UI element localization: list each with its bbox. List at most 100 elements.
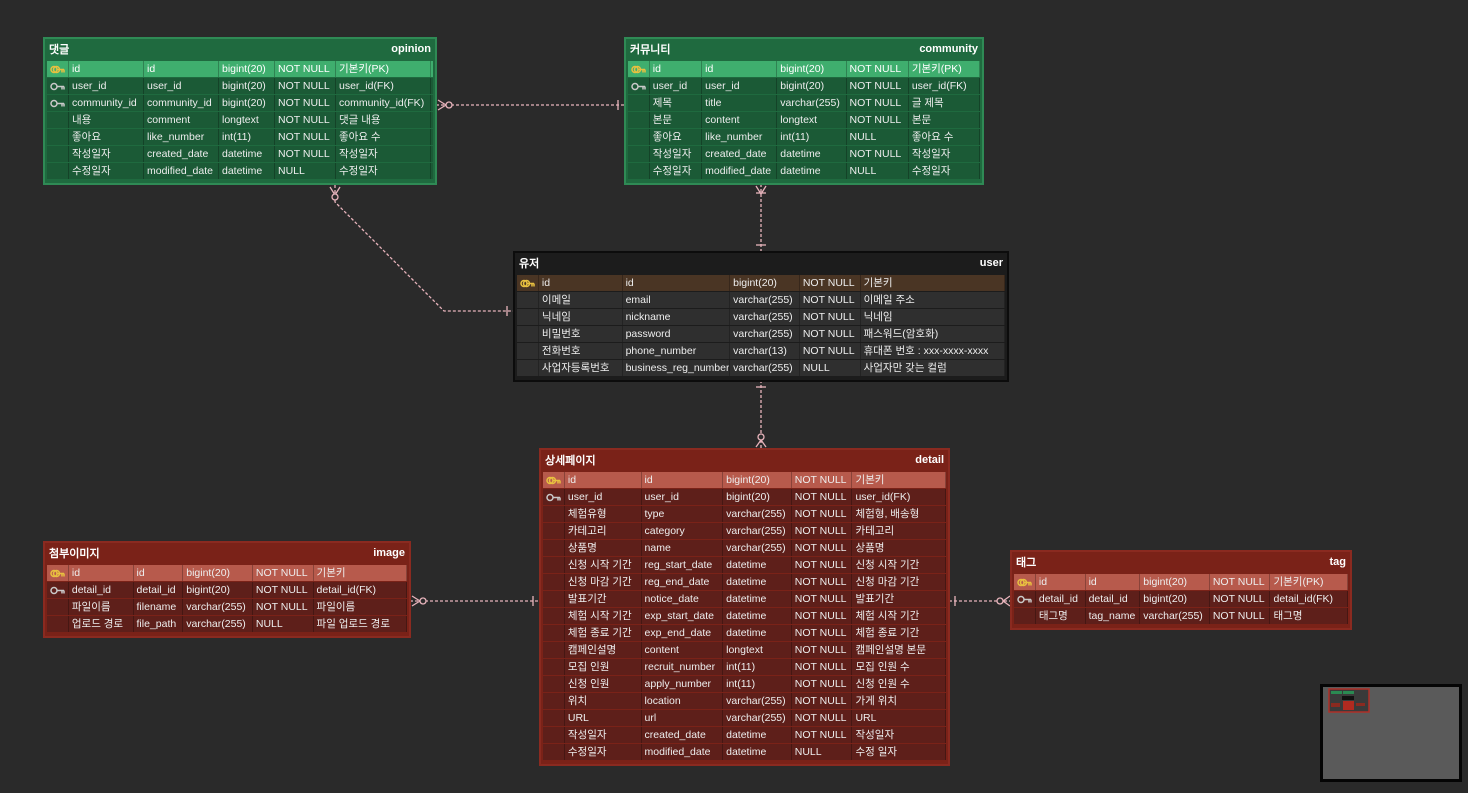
table-row[interactable]: 태그명 tag_name varchar(255) NOT NULL 태그명: [1014, 608, 1349, 624]
table-row[interactable]: detail_id detail_id bigint(20) NOT NULL deta…: [47, 582, 407, 598]
entity-rows: id id bigint(20) NOT NULL 기본키(PK) detail_id de…: [1012, 572, 1350, 628]
table-row[interactable]: 위치 location varchar(255) NOT NULL 가게 위치: [543, 693, 946, 709]
column-comment: detail_id(FK): [1270, 591, 1349, 607]
column-type: varchar(255): [723, 506, 792, 522]
entity-rows: id id bigint(20) NOT NULL 기본키 detail_id detail…: [45, 563, 409, 636]
key-cell: [543, 608, 565, 624]
column-type: varchar(255): [730, 360, 800, 376]
entity-name: image: [373, 547, 405, 559]
column-comment: 댓글 내용: [336, 112, 431, 128]
key-cell: [47, 112, 69, 128]
table-row[interactable]: 체험유형 type varchar(255) NOT NULL 체험형, 배송형: [543, 506, 946, 522]
column-null: NOT NULL: [847, 146, 909, 162]
column-comment: 작성일자: [336, 146, 431, 162]
entity-opinion[interactable]: 댓글 opinion id id bigint(20) NOT NULL 기본키(PK)…: [43, 37, 437, 185]
key-cell: [517, 343, 539, 359]
table-row[interactable]: 수정일자 modified_date datetime NULL 수정 일자: [543, 744, 946, 760]
table-row[interactable]: 닉네임 nickname varchar(255) NOT NULL 닉네임: [517, 309, 1005, 325]
foreign-key-icon: [50, 82, 65, 90]
table-row[interactable]: community_id community_id bigint(20) NOT NU…: [47, 95, 433, 111]
table-row[interactable]: 비밀번호 password varchar(255) NOT NULL 패스워드(암호화…: [517, 326, 1005, 342]
table-row[interactable]: 발표기간 notice_date datetime NOT NULL 발표기간: [543, 591, 946, 607]
column-logical: 전화번호: [539, 343, 623, 359]
table-row[interactable]: id id bigint(20) NOT NULL 기본키: [47, 565, 407, 581]
column-comment: 수정 일자: [852, 744, 946, 760]
table-row[interactable]: id id bigint(20) NOT NULL 기본키: [517, 275, 1005, 291]
column-type: int(11): [723, 676, 792, 692]
foreign-key-icon: [631, 82, 646, 90]
column-logical: 작성일자: [565, 727, 642, 743]
table-row[interactable]: 작성일자 created_date datetime NOT NULL 작성일자: [47, 146, 433, 162]
column-type: varchar(255): [730, 309, 800, 325]
table-row[interactable]: detail_id detail_id bigint(20) NOT NULL deta…: [1014, 591, 1349, 607]
table-row[interactable]: 신청 시작 기간 reg_start_date datetime NOT NULL 신청…: [543, 557, 946, 573]
column-logical: 신청 인원: [565, 676, 642, 692]
key-cell: [543, 693, 565, 709]
entity-tag[interactable]: 태그 tag id id bigint(20) NOT NULL 기본키(PK) deta…: [1010, 550, 1352, 630]
entity-detail[interactable]: 상세페이지 detail id id bigint(20) NOT NULL 기본키 us…: [539, 448, 950, 766]
column-type: datetime: [723, 744, 792, 760]
table-row[interactable]: 제목 title varchar(255) NOT NULL 글 제목: [628, 95, 980, 111]
table-row[interactable]: 사업자등록번호 business_reg_number varchar(255) NU…: [517, 360, 1005, 376]
column-null: NOT NULL: [792, 472, 853, 488]
table-row[interactable]: 카테고리 category varchar(255) NOT NULL 카테고리: [543, 523, 946, 539]
key-cell: [47, 616, 69, 632]
table-row[interactable]: 내용 comment longtext NOT NULL 댓글 내용: [47, 112, 433, 128]
entity-header: 커뮤니티 community: [626, 39, 982, 59]
table-row[interactable]: 수정일자 modified_date datetime NULL 수정일자: [628, 163, 980, 179]
table-row[interactable]: 업로드 경로 file_path varchar(255) NULL 파일 업로드 경로: [47, 616, 407, 632]
table-row[interactable]: 이메일 email varchar(255) NOT NULL 이메일 주소: [517, 292, 1005, 308]
table-row[interactable]: user_id user_id bigint(20) NOT NULL user_id(…: [47, 78, 433, 94]
table-row[interactable]: 작성일자 created_date datetime NOT NULL 작성일자: [628, 146, 980, 162]
table-row[interactable]: 본문 content longtext NOT NULL 본문: [628, 112, 980, 128]
table-row[interactable]: 전화번호 phone_number varchar(13) NOT NULL 휴대폰 번…: [517, 343, 1005, 359]
column-comment: 작성일자: [852, 727, 946, 743]
entity-title: 유저: [519, 258, 540, 270]
table-row[interactable]: 상품명 name varchar(255) NOT NULL 상품명: [543, 540, 946, 556]
column-null: NOT NULL: [275, 129, 336, 145]
column-comment: 좋아요 수: [909, 129, 980, 145]
table-row[interactable]: id id bigint(20) NOT NULL 기본키(PK): [628, 61, 980, 77]
key-cell: [628, 129, 650, 145]
column-type: varchar(255): [183, 599, 253, 615]
column-logical: 수정일자: [69, 163, 144, 179]
table-row[interactable]: 좋아요 like_number int(11) NOT NULL 좋아요 수: [47, 129, 433, 145]
column-physical: like_number: [702, 129, 778, 145]
column-physical: file_path: [134, 616, 184, 632]
table-row[interactable]: id id bigint(20) NOT NULL 기본키(PK): [47, 61, 433, 77]
column-null: NOT NULL: [847, 78, 909, 94]
table-row[interactable]: 체험 종료 기간 exp_end_date datetime NOT NULL 체험 종…: [543, 625, 946, 641]
table-row[interactable]: 수정일자 modified_date datetime NULL 수정일자: [47, 163, 433, 179]
table-row[interactable]: 작성일자 created_date datetime NOT NULL 작성일자: [543, 727, 946, 743]
entity-image[interactable]: 첨부이미지 image id id bigint(20) NOT NULL 기본키 det…: [43, 541, 411, 638]
column-comment: 수정일자: [336, 163, 431, 179]
column-null: NOT NULL: [275, 78, 336, 94]
table-row[interactable]: user_id user_id bigint(20) NOT NULL user_id(…: [543, 489, 946, 505]
table-row[interactable]: 모집 인원 recruit_number int(11) NOT NULL 모집 인원 …: [543, 659, 946, 675]
column-logical: 파일이름: [69, 599, 134, 615]
column-logical: user_id: [69, 78, 144, 94]
table-row[interactable]: id id bigint(20) NOT NULL 기본키(PK): [1014, 574, 1349, 590]
column-logical: 사업자등록번호: [539, 360, 623, 376]
table-row[interactable]: id id bigint(20) NOT NULL 기본키: [543, 472, 946, 488]
column-physical: location: [642, 693, 724, 709]
entity-rows: id id bigint(20) NOT NULL 기본키 이메일 email varchar…: [515, 273, 1007, 380]
table-row[interactable]: 신청 마감 기간 reg_end_date datetime NOT NULL 신청 마…: [543, 574, 946, 590]
table-row[interactable]: user_id user_id bigint(20) NOT NULL user_id(…: [628, 78, 980, 94]
column-comment: 체험 시작 기간: [852, 608, 946, 624]
column-type: datetime: [723, 574, 792, 590]
column-comment: user_id(FK): [336, 78, 431, 94]
table-row[interactable]: 좋아요 like_number int(11) NULL 좋아요 수: [628, 129, 980, 145]
entity-community[interactable]: 커뮤니티 community id id bigint(20) NOT NULL 기본키…: [624, 37, 984, 185]
table-row[interactable]: 체험 시작 기간 exp_start_date datetime NOT NULL 체험…: [543, 608, 946, 624]
table-row[interactable]: URL url varchar(255) NOT NULL URL: [543, 710, 946, 726]
entity-user[interactable]: 유저 user id id bigint(20) NOT NULL 기본키 이메일 emai…: [513, 251, 1009, 382]
column-physical: id: [642, 472, 724, 488]
table-row[interactable]: 신청 인원 apply_number int(11) NOT NULL 신청 인원 수: [543, 676, 946, 692]
table-row[interactable]: 캠페인설명 content longtext NOT NULL 캠페인설명 본문: [543, 642, 946, 658]
primary-key-icon: [1017, 578, 1032, 586]
table-row[interactable]: 파일이름 filename varchar(255) NOT NULL 파일이름: [47, 599, 407, 615]
entity-rows: id id bigint(20) NOT NULL 기본키(PK) user_id user…: [45, 59, 435, 183]
minimap[interactable]: [1320, 684, 1462, 782]
key-cell: [517, 292, 539, 308]
